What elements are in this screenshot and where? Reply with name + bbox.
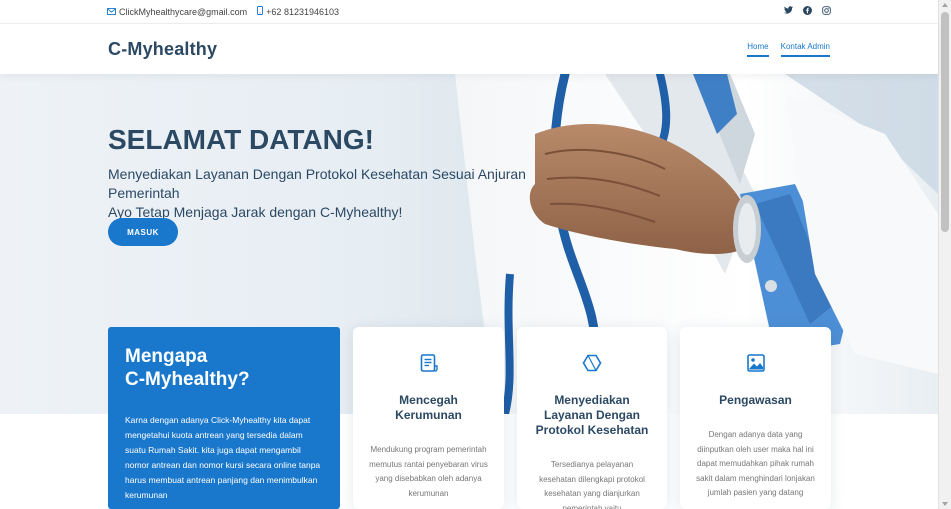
phone-contact[interactable]: +62 81231946103 xyxy=(257,6,339,17)
twitter-icon[interactable] xyxy=(783,5,793,15)
feature-title: Mencegah Kerumunan xyxy=(369,393,488,423)
social-links xyxy=(783,5,831,15)
hexagon-icon xyxy=(582,353,602,373)
hero-title: SELAMAT DATANG! xyxy=(108,124,374,155)
feature-title: Menyediakan Layanan Dengan Protokol Kese… xyxy=(533,393,651,438)
phone-text: +62 81231946103 xyxy=(266,6,339,17)
feature-title-line: Mencegah xyxy=(399,393,458,407)
feature-card-pengawasan: Pengawasan Dengan adanya data yang diinp… xyxy=(680,327,831,509)
why-text: Karna dengan adanya Click-Myhealthy kita… xyxy=(125,415,321,500)
main-nav: Home Kontak Admin xyxy=(747,42,830,57)
feature-title-line: Menyediakan xyxy=(554,393,630,407)
feature-text: Tersedianya pelayanan kesehatan dilengka… xyxy=(539,460,645,509)
hero-subtitle-line-1: Menyediakan Layanan Dengan Protokol Kese… xyxy=(108,166,526,201)
feature-title-line: Protokol Kesehatan xyxy=(535,423,649,437)
phone-icon xyxy=(257,6,264,17)
why-title-line-1: Mengapa xyxy=(125,346,208,367)
instagram-icon[interactable] xyxy=(821,5,831,15)
feature-text: Dengan adanya data yang diinputkan oleh … xyxy=(696,430,815,497)
masuk-button[interactable]: MASUK xyxy=(108,218,178,246)
feature-card-mencegah-kerumunan: Mencegah Kerumunan Mendukung program pem… xyxy=(353,327,504,509)
nav-link-home[interactable]: Home xyxy=(747,42,769,57)
why-title-line-2: C-Myhealthy? xyxy=(125,369,250,390)
scroll-down-arrow-icon[interactable] xyxy=(942,502,948,506)
scrollbar-thumb[interactable] xyxy=(941,12,949,232)
image-icon xyxy=(746,353,766,373)
email-contact[interactable]: ClickMyhealthycare@gmail.com xyxy=(107,7,247,17)
scroll-up-arrow-icon[interactable] xyxy=(942,3,948,7)
facebook-icon[interactable] xyxy=(802,5,812,15)
site-logo[interactable]: C-Myhealthy xyxy=(108,39,217,60)
feature-card-protokol-kesehatan: Menyediakan Layanan Dengan Protokol Kese… xyxy=(517,327,667,509)
feature-title-line: Kerumunan xyxy=(395,408,462,422)
why-title: Mengapa C-Myhealthy? xyxy=(125,345,323,391)
why-box: Mengapa C-Myhealthy? Karna dengan adanya… xyxy=(108,327,340,509)
feature-text: Mendukung program pemerintah memutus ran… xyxy=(369,445,488,498)
contact-info: ClickMyhealthycare@gmail.com +62 8123194… xyxy=(107,6,349,17)
top-bar: ClickMyhealthycare@gmail.com +62 8123194… xyxy=(0,0,938,24)
email-text: ClickMyhealthycare@gmail.com xyxy=(119,6,248,17)
site-header: C-Myhealthy Home Kontak Admin xyxy=(0,24,938,74)
hero-subtitle-line-2: Ayo Tetap Menjaga Jarak dengan C-Myhealt… xyxy=(108,204,403,220)
feature-title: Pengawasan xyxy=(719,393,792,407)
nav-link-kontak-admin[interactable]: Kontak Admin xyxy=(780,42,830,57)
page-scrollbar[interactable] xyxy=(938,0,951,509)
feature-title-line: Layanan Dengan xyxy=(543,408,641,422)
envelope-icon xyxy=(107,7,116,17)
document-icon xyxy=(419,353,439,373)
hero-subtitle: Menyediakan Layanan Dengan Protokol Kese… xyxy=(108,165,588,222)
